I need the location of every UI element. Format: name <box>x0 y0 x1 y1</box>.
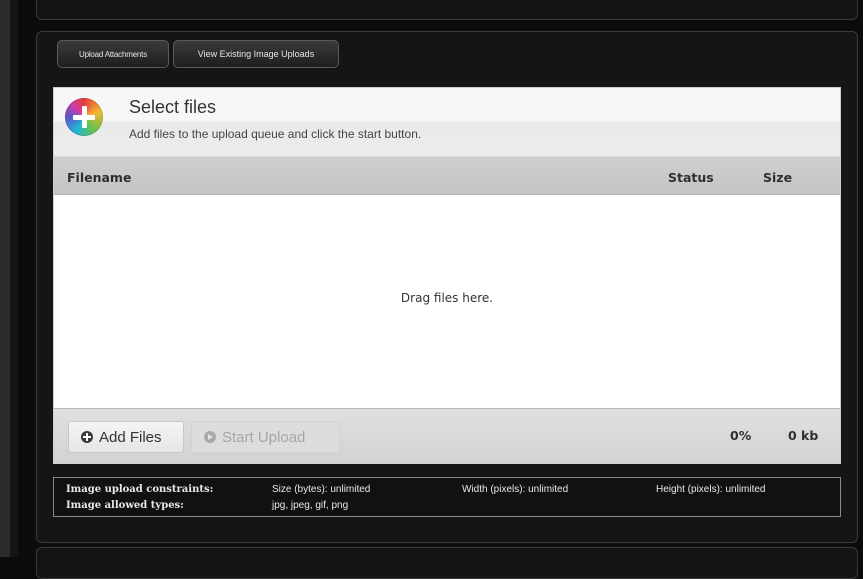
column-status: Status <box>668 170 714 185</box>
uploader-header: Select files Add files to the upload que… <box>54 88 840 157</box>
constraints-label: Image upload constraints: <box>66 484 214 495</box>
upload-constraints-box: Image upload constraints: Image allowed … <box>53 477 841 517</box>
start-upload-label: Start Upload <box>222 428 306 446</box>
allowed-types-value: jpg, jpeg, gif, png <box>272 500 349 511</box>
total-size: 0 kb <box>788 428 819 443</box>
left-edge <box>0 0 10 557</box>
color-plus-icon <box>65 98 103 136</box>
drop-zone-text: Drag files here. <box>400 291 494 305</box>
drop-zone[interactable]: Drag files here. <box>54 195 840 408</box>
height-constraint: Height (pixels): unlimited <box>656 484 766 495</box>
tab-view-existing-uploads[interactable]: View Existing Image Uploads <box>173 40 339 68</box>
width-constraint: Width (pixels): unlimited <box>462 484 569 495</box>
file-list-header: Filename Status Size <box>54 157 840 195</box>
attachments-panel: Upload Attachments View Existing Image U… <box>36 31 858 543</box>
file-uploader: Select files Add files to the upload que… <box>53 87 841 464</box>
add-files-button[interactable]: Add Files <box>68 421 184 453</box>
uploader-footer: Add Files Start Upload 0% 0 kb <box>54 408 840 463</box>
uploader-title: Select files <box>129 97 217 117</box>
top-panel <box>36 0 858 20</box>
size-constraint: Size (bytes): unlimited <box>272 484 371 495</box>
tab-upload-attachments[interactable]: Upload Attachments <box>57 40 169 68</box>
allowed-types-label: Image allowed types: <box>66 500 184 511</box>
play-circle-icon <box>204 431 216 443</box>
bottom-panel <box>36 547 858 579</box>
start-upload-button[interactable]: Start Upload <box>191 421 340 453</box>
add-files-label: Add Files <box>99 428 162 446</box>
column-size: Size <box>763 170 793 185</box>
column-filename: Filename <box>67 170 132 185</box>
plus-circle-icon <box>81 431 93 443</box>
left-edge-inner <box>10 0 18 557</box>
total-percent: 0% <box>730 428 752 443</box>
uploader-subtitle: Add files to the upload queue and click … <box>129 127 422 141</box>
